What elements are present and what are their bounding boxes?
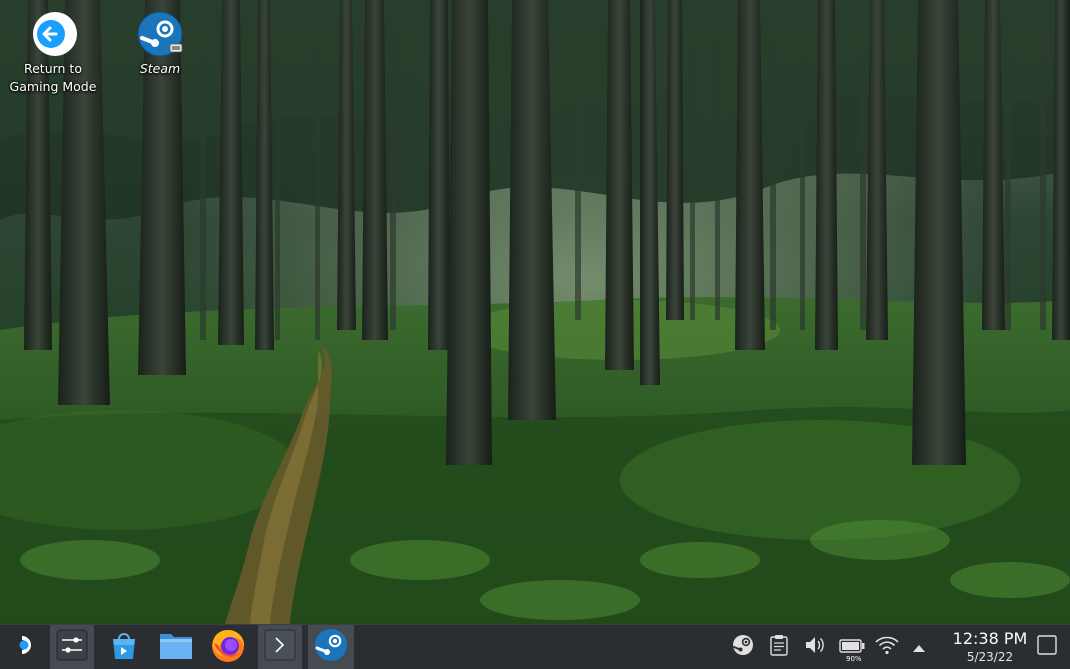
clock-date: 5/23/22 <box>966 650 1014 664</box>
speaker-volume-icon <box>804 634 826 660</box>
triangle-up-icon <box>912 638 926 657</box>
taskbar-firefox-button[interactable] <box>206 625 250 669</box>
desktop-icon-label: Steam <box>139 61 181 76</box>
steam-icon <box>136 10 184 58</box>
tray-network-button[interactable] <box>872 625 902 669</box>
show-desktop-button[interactable] <box>1034 625 1060 669</box>
firefox-icon <box>210 627 246 667</box>
steam-icon <box>314 628 348 666</box>
desktop-wallpaper <box>0 0 1070 624</box>
tray-expand-button[interactable] <box>906 625 932 669</box>
desktop-icon-return-to-gaming-mode[interactable]: Return to Gaming Mode <box>5 0 101 96</box>
battery-percent: 90% <box>846 655 862 663</box>
taskbar: 90% 12:38 PM 5/23/22 <box>0 624 1070 669</box>
clock-time: 12:38 PM <box>952 629 1028 648</box>
taskbar-discover-button[interactable] <box>102 625 146 669</box>
tray-volume-button[interactable] <box>800 625 830 669</box>
folder-icon <box>159 630 193 664</box>
taskbar-system-settings-button[interactable] <box>50 625 94 669</box>
taskbar-dolphin-button[interactable] <box>154 625 198 669</box>
clipboard-icon <box>769 634 789 660</box>
shopping-bag-icon <box>108 629 140 665</box>
desktop-icon-label: Return to <box>23 61 82 76</box>
settings-sliders-icon <box>56 629 88 665</box>
show-desktop-icon <box>1037 635 1057 659</box>
tray-clipboard-button[interactable] <box>764 625 794 669</box>
wifi-icon <box>875 635 899 659</box>
tray-steam-button[interactable] <box>728 625 758 669</box>
terminal-icon <box>264 629 296 665</box>
digital-clock[interactable]: 12:38 PM 5/23/22 <box>944 629 1036 665</box>
taskbar-konsole-button[interactable] <box>258 625 302 669</box>
app-launcher-button[interactable] <box>4 625 44 669</box>
steam-tray-icon <box>732 634 754 660</box>
steamdeck-launcher-icon <box>12 633 36 661</box>
desktop-icon-steam[interactable]: Steam <box>112 0 208 78</box>
tray-battery-button[interactable]: 90% <box>836 625 868 669</box>
taskbar-steam-button[interactable] <box>308 625 354 669</box>
return-arrow-icon <box>29 10 77 58</box>
desktop-icon-label: Gaming Mode <box>9 79 97 94</box>
